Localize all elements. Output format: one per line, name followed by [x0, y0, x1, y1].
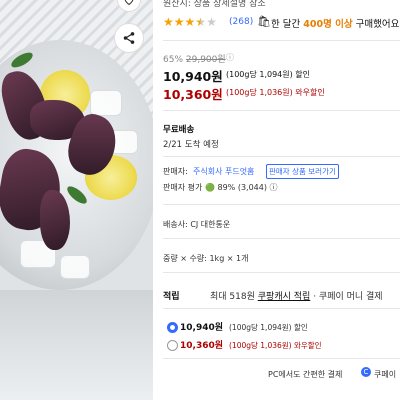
share-icon[interactable]	[114, 23, 144, 53]
discount-line: 65% 29,900원	[163, 52, 226, 65]
earn-text: 최대 518원 쿠팡캐시 적립 · 쿠페이 머니 결제	[210, 289, 383, 302]
divider	[163, 358, 400, 359]
original-price: 29,900원	[185, 55, 226, 65]
purchase-option-tag: 할인	[293, 323, 308, 332]
product-image	[0, 0, 153, 400]
sale-price: 10,940원	[163, 69, 223, 84]
divider	[163, 272, 400, 273]
origin-text: 원산지: 상품 상세설명 참조	[163, 0, 266, 9]
seller-name-link[interactable]: 주식회사 푸드엇홈	[193, 166, 254, 177]
divider	[163, 110, 400, 111]
purchase-option-radio-sale[interactable]	[167, 322, 178, 333]
divider	[163, 308, 400, 309]
seller-products-button[interactable]: 판매자 상품 보러가기	[266, 164, 339, 179]
recent-buyers-pre: 한 달간	[271, 19, 301, 30]
recent-buyers-count: 400명 이상	[303, 19, 353, 30]
purchase-option-price[interactable]: 10,360원	[180, 338, 223, 351]
divider	[163, 40, 400, 41]
coupang-cash-link[interactable]: 쿠팡캐시 적립	[258, 292, 311, 302]
divider	[163, 156, 400, 157]
star-icon: ★	[163, 15, 174, 29]
wow-price: 10,360원	[163, 87, 223, 102]
wow-unit-price: (100g당 1,036원) 와우할인	[226, 88, 325, 97]
divider	[163, 204, 400, 205]
purchase-option-detail: (100g당 1,094원) 할인	[229, 322, 308, 333]
purchase-option-unit: (100g당 1,094원)	[229, 323, 292, 332]
divider	[163, 238, 400, 239]
seller-eval-label: 판매자 평가	[163, 183, 203, 192]
earn-post: · 쿠페이 머니 결제	[313, 292, 383, 302]
shopping-bag-icon: 🛍	[257, 15, 271, 28]
recent-buyers-post: 구매했어요	[355, 19, 400, 30]
earn-label: 적립	[163, 292, 180, 302]
pc-payment-text: PC에서도 간편한 결제	[268, 370, 343, 379]
recent-buyers-text: 한 달간 400명 이상 구매했어요	[271, 16, 399, 30]
seller-eval-value[interactable]: 🟢 89% (3,044) ⓘ	[205, 182, 278, 193]
star-empty-icon: ★	[206, 15, 217, 29]
free-shipping-label: 무료배송	[163, 125, 195, 135]
rating-stars[interactable]: ★ ★ ★ ★ ★	[163, 16, 217, 28]
star-half-icon: ★	[195, 15, 207, 29]
earn-max: 최대 518원	[210, 292, 255, 302]
info-icon[interactable]: ⓘ	[226, 52, 234, 63]
sale-unit-price: (100g당 1,094원) 할인	[226, 70, 311, 79]
purchase-option-detail: (100g당 1,036원) 와우할인	[229, 340, 322, 351]
review-count-link[interactable]: (268)	[229, 17, 253, 27]
delivery-company: 배송사: CJ 대한통운	[163, 220, 231, 229]
star-icon: ★	[173, 15, 185, 29]
purchase-option-tag: 와우할인	[293, 341, 322, 350]
star-icon: ★	[184, 15, 196, 29]
coupay-text[interactable]: 쿠페이	[374, 369, 396, 380]
option-weight-quantity: 중량 × 수량: 1kg × 1개	[163, 254, 249, 263]
purchase-option-unit: (100g당 1,036원)	[229, 341, 292, 350]
seller-label: 판매자:	[163, 167, 188, 176]
purchase-option-price[interactable]: 10,940원	[180, 320, 223, 333]
purchase-option-radio-wow[interactable]	[167, 340, 178, 351]
coupay-icon: C	[361, 367, 371, 377]
product-info: 원산지: 상품 상세설명 참조 ★ ★ ★ ★ ★ (268) 🛍 한 달간 4…	[163, 0, 400, 400]
discount-rate: 65%	[163, 55, 184, 65]
delivery-eta: 2/21 도착 예정	[163, 140, 219, 150]
